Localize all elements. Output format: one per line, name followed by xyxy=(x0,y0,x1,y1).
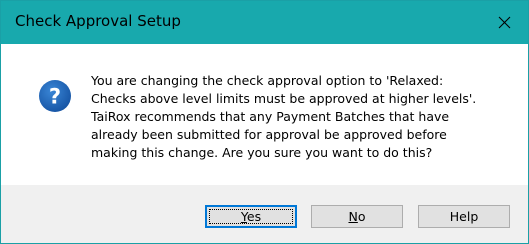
svg-text:?: ? xyxy=(49,85,61,109)
button-bar: Yes No Help xyxy=(1,185,528,243)
message-line: making this change. Are you sure you wan… xyxy=(91,145,433,160)
message-text: You are changing the check approval opti… xyxy=(91,72,511,162)
close-icon xyxy=(498,16,511,29)
no-button[interactable]: No xyxy=(311,205,403,228)
title-bar[interactable]: Check Approval Setup xyxy=(1,1,528,44)
close-button[interactable] xyxy=(482,1,528,44)
message-line: TaiRox recommends that any Payment Batch… xyxy=(91,109,450,124)
yes-button[interactable]: Yes xyxy=(205,205,297,228)
message-line: already been submitted for approval be a… xyxy=(91,127,447,142)
help-button[interactable]: Help xyxy=(418,205,510,228)
dialog-body: ? You are changing the check approval op… xyxy=(1,44,528,185)
message-line: Checks above level limits must be approv… xyxy=(91,91,477,106)
question-icon: ? xyxy=(39,80,71,112)
message-line: You are changing the check approval opti… xyxy=(91,73,444,88)
message-dialog: Check Approval Setup ? You are changing … xyxy=(0,0,529,244)
window-title: Check Approval Setup xyxy=(15,12,181,30)
